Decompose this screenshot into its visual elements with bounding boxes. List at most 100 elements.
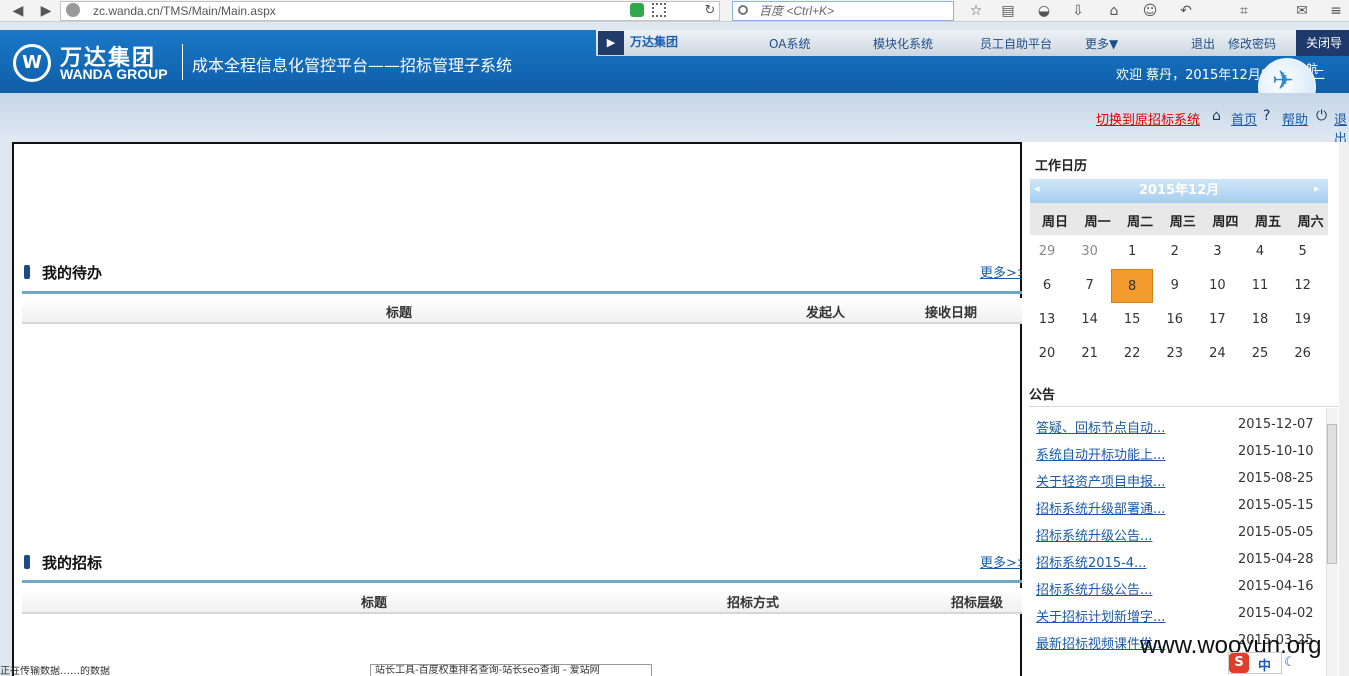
notice-title-link[interactable]: 招标系统升级公告...: [1036, 579, 1152, 598]
notice-date: 2015-08-25: [1238, 471, 1314, 486]
wanda-logo-icon: W: [13, 44, 51, 82]
notice-title-link[interactable]: 关于轻资产项目申报...: [1036, 471, 1165, 490]
download-icon[interactable]: ⇩: [1068, 2, 1088, 20]
calendar-day[interactable]: 21: [1069, 337, 1111, 371]
notice-date: 2015-04-16: [1238, 579, 1314, 594]
sogou-logo-icon: S: [1229, 653, 1249, 673]
notice-title-link[interactable]: 答疑、回标节点自动...: [1036, 417, 1165, 436]
calendar-day[interactable]: 22: [1111, 337, 1153, 371]
calendar-day[interactable]: 16: [1154, 303, 1196, 337]
forward-icon[interactable]: ▶: [36, 2, 56, 20]
calendar-day[interactable]: 25: [1239, 337, 1281, 371]
calendar-day[interactable]: 8: [1111, 269, 1154, 303]
chat-icon[interactable]: ☺: [1140, 2, 1160, 20]
calendar-day[interactable]: 17: [1196, 303, 1238, 337]
bids-title: 我的招标: [42, 554, 103, 572]
calendar-day[interactable]: 11: [1239, 269, 1281, 303]
switch-system-link[interactable]: 切换到原招标系统: [1096, 109, 1200, 128]
menu-icon[interactable]: ≡: [1326, 2, 1346, 20]
clipboard-icon[interactable]: ▤: [998, 2, 1018, 20]
calendar-day[interactable]: 19: [1282, 303, 1324, 337]
pocket-icon[interactable]: ◒: [1034, 2, 1054, 20]
home-toolbar-icon[interactable]: ⌂: [1104, 2, 1124, 20]
message-icon[interactable]: ✉: [1292, 2, 1312, 20]
notice-date: 2015-04-28: [1238, 552, 1314, 567]
page-scrollbar[interactable]: [1339, 142, 1349, 676]
weekday-label: 周日: [1041, 215, 1068, 230]
moon-icon[interactable]: ☾: [1284, 655, 1296, 670]
back-icon[interactable]: ◀: [8, 2, 28, 20]
calendar-day[interactable]: 14: [1069, 303, 1111, 337]
calendar-day[interactable]: 9: [1154, 269, 1196, 303]
notice-date: 2015-05-15: [1238, 498, 1314, 513]
calendar-day[interactable]: 3: [1196, 235, 1238, 269]
notice-date: 2015-10-10: [1238, 444, 1314, 459]
calendar-day[interactable]: 18: [1239, 303, 1281, 337]
status-text: 正在传输数据……的数据: [0, 666, 110, 676]
reload-icon[interactable]: ↻: [700, 2, 720, 20]
notice-scroll-thumb[interactable]: [1327, 424, 1337, 564]
calendar-day[interactable]: 1: [1111, 235, 1153, 269]
play-icon[interactable]: ▶: [598, 31, 624, 55]
logo-subtitle: WANDA GROUP: [60, 66, 168, 82]
section-marker: [24, 265, 30, 279]
calendar-day[interactable]: 12: [1282, 269, 1324, 303]
bird-icon: ✈: [1272, 66, 1294, 96]
todo-col-date: 接收日期: [925, 306, 978, 321]
globe-icon: [66, 3, 80, 17]
nav-more[interactable]: 更多▼: [1085, 35, 1118, 52]
calendar-day[interactable]: 30: [1069, 235, 1111, 269]
notice-title-link[interactable]: 关于招标计划新增字...: [1036, 606, 1165, 625]
shield-icon[interactable]: [630, 3, 644, 17]
tooltip: 站长工具-百度权重排名查询-站长seo查询 - 爱站网: [370, 664, 652, 676]
notice-title-link[interactable]: 招标系统2015-4...: [1036, 552, 1146, 571]
search-input[interactable]: 百度 <Ctrl+K>: [732, 1, 954, 21]
bids-col-level: 招标层级: [951, 596, 1004, 611]
nav-logout[interactable]: 退出: [1191, 35, 1215, 52]
prev-month-icon[interactable]: ◂: [1034, 182, 1040, 195]
ime-mode[interactable]: 中: [1258, 655, 1271, 674]
calendar-day[interactable]: 6: [1026, 269, 1068, 303]
calendar-day[interactable]: 23: [1154, 337, 1196, 371]
section-marker: [24, 555, 30, 569]
calendar-day[interactable]: 10: [1196, 269, 1238, 303]
home-link[interactable]: 首页: [1231, 109, 1257, 128]
section-divider: [22, 291, 1029, 294]
section-divider: [22, 580, 1029, 583]
notice-title-link[interactable]: 招标系统升级公告...: [1036, 525, 1152, 544]
notice-title-link[interactable]: 招标系统升级部署通...: [1036, 498, 1165, 517]
weekday-label: 周六: [1297, 215, 1324, 230]
calendar-day[interactable]: 4: [1239, 235, 1281, 269]
calendar-day[interactable]: 5: [1282, 235, 1324, 269]
bids-col-title: 标题: [361, 596, 388, 611]
help-link[interactable]: 帮助: [1282, 109, 1308, 128]
undo-icon[interactable]: ↶: [1176, 2, 1196, 20]
bids-more-link[interactable]: 更多>>: [980, 552, 1028, 571]
calendar-day[interactable]: 7: [1069, 269, 1111, 303]
nav-module[interactable]: 模块化系统: [873, 35, 933, 52]
notice-date: 2015-12-07: [1238, 417, 1314, 432]
star-icon[interactable]: ☆: [966, 2, 986, 20]
url-input[interactable]: zc.wanda.cn/TMS/Main/Main.aspx: [60, 1, 720, 21]
calendar-day[interactable]: 20: [1026, 337, 1068, 371]
home-icon: ⌂: [1212, 108, 1221, 124]
notice-title-link[interactable]: 系统自动开标功能上...: [1036, 444, 1165, 463]
nav-oa[interactable]: OA系统: [769, 35, 810, 52]
system-title: 成本全程信息化管控平台——招标管理子系统: [192, 56, 513, 75]
calendar-day[interactable]: 24: [1196, 337, 1238, 371]
nav-self-service[interactable]: 员工自助平台: [980, 35, 1052, 52]
calendar-day[interactable]: 2: [1154, 235, 1196, 269]
calendar-day[interactable]: 26: [1282, 337, 1324, 371]
qrcode-icon[interactable]: [652, 3, 666, 17]
crop-icon[interactable]: ⌗: [1234, 2, 1254, 20]
nav-change-password[interactable]: 修改密码: [1228, 35, 1276, 52]
nav-logo[interactable]: 万达集团: [630, 33, 678, 50]
notice-date: 2015-04-02: [1238, 606, 1314, 621]
calendar-day[interactable]: 13: [1026, 303, 1068, 337]
help-icon: ?: [1263, 108, 1271, 124]
close-nav-button[interactable]: 关闭导航: [1296, 30, 1349, 76]
calendar-day[interactable]: 15: [1111, 303, 1153, 337]
calendar-day[interactable]: 29: [1026, 235, 1068, 269]
todo-more-link[interactable]: 更多>>: [980, 262, 1028, 281]
next-month-icon[interactable]: ▸: [1314, 182, 1320, 195]
